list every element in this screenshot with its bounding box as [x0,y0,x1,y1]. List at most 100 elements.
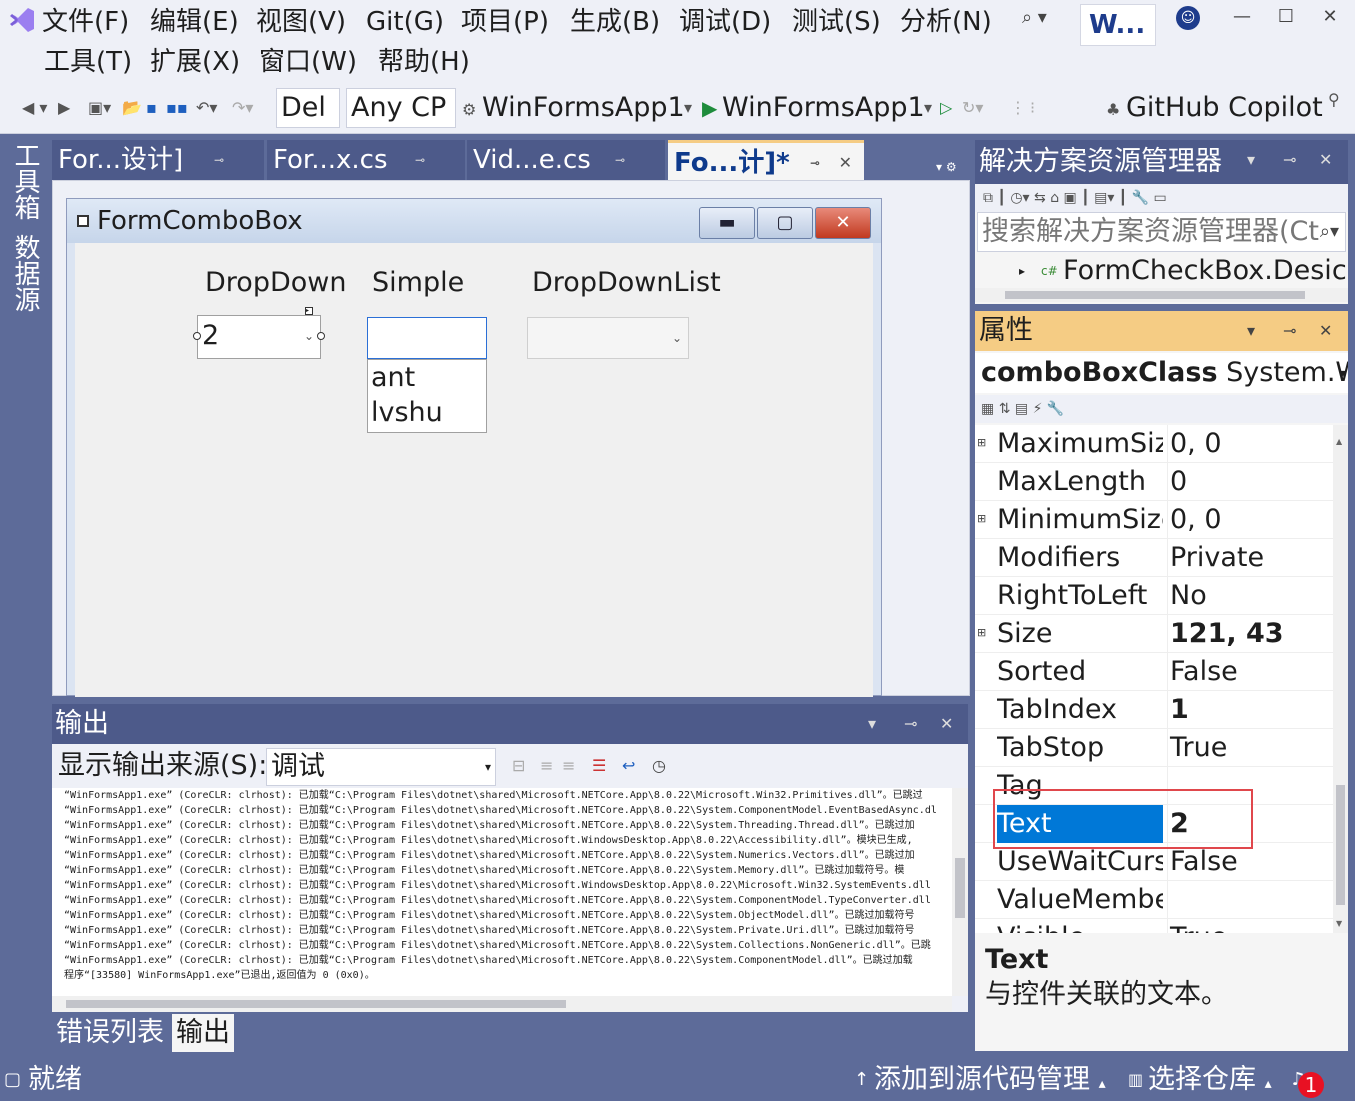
tab-output[interactable]: 输出 [172,1014,234,1052]
solution-search-input[interactable]: 搜索解决方案资源管理器(Ct ⌕▾ [977,212,1346,252]
pin-icon[interactable]: ⊸ [415,140,425,180]
account-icon[interactable]: ☺ [1176,6,1200,30]
visual-studio-logo-icon[interactable] [6,4,38,36]
events-icon[interactable]: ⚡ [1033,401,1043,417]
back-icon[interactable]: ◀ ▾ [22,94,47,122]
pin-icon[interactable]: ⊸ [1283,311,1296,351]
property-row[interactable]: ⊞ MaximumSiz 0, 0 [975,425,1333,463]
combobox-simple-input[interactable] [367,317,487,359]
property-row[interactable]: ValueMembe [975,881,1333,919]
toolbar-overflow-icon[interactable]: ⋮ [1010,94,1026,122]
property-value[interactable]: 0, 0 [1167,501,1333,539]
solution-toolbar-icons[interactable]: ⧉ ┃ ◷▾ ⇆ ⌂ ▣ ┃ ▤▾ ┃ 🔧 ▭ [983,190,1167,206]
minimize-window-button[interactable]: — [1220,2,1264,32]
output-source-select[interactable]: 调试 ▾ [266,748,496,786]
menu-item[interactable]: 调试(D) [679,2,771,42]
pin-icon[interactable]: ⊸ [810,143,820,180]
menu-item[interactable]: 视图(V) [256,2,346,42]
pin-icon[interactable]: ⊸ [615,140,625,180]
form-maximize-icon[interactable]: ▢ [757,207,813,239]
tab-error-list[interactable]: 错误列表 [52,1014,168,1052]
resize-handle[interactable] [317,332,325,340]
chevron-down-icon[interactable]: ⌄ [672,318,682,358]
github-copilot-button[interactable]: GitHub Copilot [1126,88,1323,128]
chevron-down-icon[interactable]: ▾ [485,749,491,785]
menu-item[interactable]: 分析(N) [900,2,992,42]
menu-item[interactable]: 文件(F) [42,2,129,42]
property-pages-icon[interactable]: ▤ [1015,401,1028,417]
menu-item[interactable]: 扩展(X) [150,42,240,82]
property-value[interactable]: Private [1167,539,1333,577]
close-icon[interactable]: ✕ [1319,311,1332,351]
clear-all-icon[interactable]: ☰ [592,756,606,775]
list-item[interactable]: ant [371,360,486,395]
menu-item[interactable]: Git(G) [366,2,444,42]
forward-icon[interactable]: ▶ [58,94,70,122]
save-all-icon[interactable]: ▪▪ [166,94,188,122]
expand-icon[interactable]: ⊞ [977,513,986,525]
property-grid[interactable]: ⊞ MaximumSiz 0, 0 MaxLength 0 ⊞ MinimumSize 0, … [975,425,1333,933]
maximize-window-button[interactable]: ☐ [1264,2,1308,32]
hot-reload-icon[interactable]: ↻▾ [962,94,983,122]
form-window[interactable]: FormComboBox ▬ ▢ ✕ DropDown Simple DropD… [66,198,882,697]
chevron-down-icon[interactable]: ⌄ [304,316,314,356]
notification-count-badge[interactable]: 1 [1298,1072,1324,1098]
find-in-output-icon[interactable]: ⊟ [512,756,525,775]
output-text[interactable]: “WinFormsApp1.exe” (CoreCLR: clrhost): 已… [52,788,952,996]
pin-icon[interactable]: ⊸ [904,704,917,744]
solution-configuration-select[interactable]: Del [276,88,340,128]
property-value[interactable]: 0 [1167,463,1333,501]
menu-item[interactable]: 帮助(H) [378,42,470,82]
pin-icon[interactable]: ⊸ [214,140,224,180]
search-icon[interactable]: ⌕ ▾ [1022,4,1066,32]
property-row[interactable]: TabIndex 1 [975,691,1333,729]
close-icon[interactable]: ✕ [940,704,953,744]
scroll-up-arrow-icon[interactable]: ▲ [1336,437,1342,446]
expand-icon[interactable]: ⊞ [977,437,986,449]
start-debug-button[interactable]: WinFormsApp1 [722,88,925,128]
copilot-icon[interactable]: ♣ [1106,96,1120,124]
combobox-dropdownlist[interactable]: ⌄ [527,317,689,359]
property-row[interactable]: Modifiers Private [975,539,1333,577]
close-icon[interactable]: ✕ [1319,140,1332,180]
toggle-word-wrap-icon[interactable]: ↩ [622,756,635,775]
expand-icon[interactable]: ⊞ [977,627,986,639]
smart-tag-icon[interactable]: ▸ [305,307,313,315]
wrench-icon[interactable]: 🔧 [1047,401,1064,417]
form-close-icon[interactable]: ✕ [815,207,871,239]
menu-item[interactable]: 编辑(E) [150,2,239,42]
open-file-icon[interactable]: 📂 [122,94,142,122]
form-minimize-icon[interactable]: ▬ [699,207,755,239]
property-object-select[interactable]: comboBoxClass System.Wi ▾ [975,353,1348,393]
resize-handle[interactable] [193,332,201,340]
scrollbar-thumb[interactable] [1005,291,1305,299]
menu-item[interactable]: 窗口(W) [259,42,357,82]
close-tab-icon[interactable]: ✕ [839,143,852,180]
scrollbar-thumb[interactable] [66,1000,566,1008]
tab-form-designer-active[interactable]: Fo...计]* ⊸ ✕ [668,140,864,180]
solution-horizontal-scrollbar[interactable] [975,288,1348,302]
property-row[interactable]: ⊞ MinimumSize 0, 0 [975,501,1333,539]
property-value[interactable] [1167,881,1333,919]
tab-video-cs[interactable]: Vid...e.cs ⊸ [467,140,665,180]
property-value[interactable]: 0, 0 [1167,425,1333,463]
tab-form-designer-1[interactable]: For...设计] ⊸ [52,140,264,180]
property-value[interactable]: True [1167,919,1333,933]
expand-arrow-icon[interactable]: ▸ [1019,254,1025,288]
previous-message-icon[interactable]: ≡ [540,756,553,775]
solution-platform-select[interactable]: Any CP [346,88,456,128]
property-value[interactable]: True [1167,729,1333,767]
next-message-icon[interactable]: ≡ [562,756,575,775]
panel-menu-icon[interactable]: ▾ [1247,140,1255,180]
solution-tree-item[interactable]: ▸ c# FormCheckBox.Desic [975,254,1348,288]
undo-icon[interactable]: ↶▾ [196,94,217,122]
panel-menu-icon[interactable]: ▾ [1247,311,1255,351]
property-value[interactable]: 121, 43 [1167,615,1333,653]
property-value[interactable]: False [1167,653,1333,691]
close-window-button[interactable]: ✕ [1308,2,1352,32]
panel-menu-icon[interactable]: ▾ [868,704,876,744]
solution-title-badge[interactable]: W... [1080,4,1156,46]
select-repository-button[interactable]: 选择仓库 ▴ [1148,1058,1272,1101]
property-row[interactable]: ⊞ Size 121, 43 [975,615,1333,653]
scrollbar-thumb[interactable] [1336,785,1345,905]
